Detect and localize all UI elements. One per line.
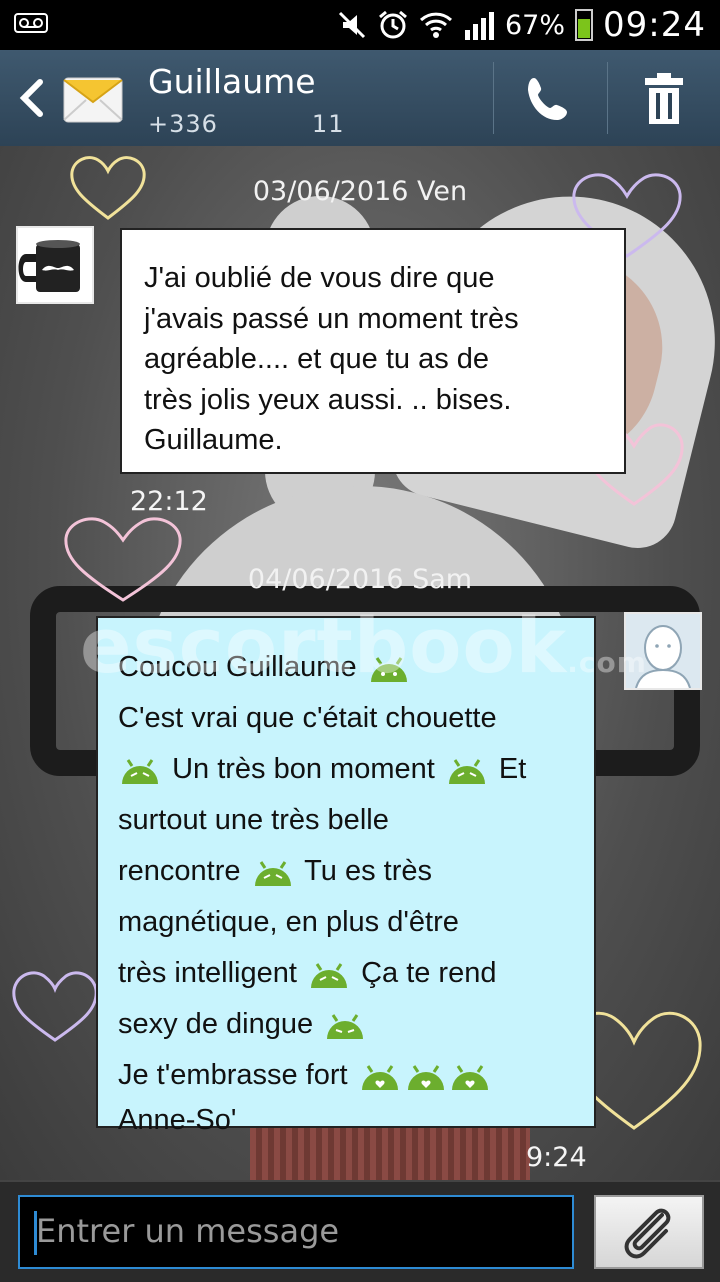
- contact-number-prefix: +336: [148, 110, 218, 138]
- voicemail-icon: [14, 13, 48, 33]
- message-text: Ça te rend: [361, 957, 497, 989]
- message-text-line: Je t'embrasse fort: [118, 1050, 574, 1101]
- message-text-line: très intelligent Ça te rend: [118, 948, 574, 999]
- watermark-text: escortbook: [80, 601, 568, 690]
- message-text: Et: [498, 753, 527, 785]
- message-text-line: rencontre Tu es très: [118, 846, 574, 897]
- signal-icon: [465, 12, 494, 40]
- wifi-icon: [419, 12, 453, 38]
- message-text-line: sexy de dingue: [118, 999, 574, 1050]
- android-emoji-icon: [122, 759, 158, 785]
- message-text: Je t'embrasse fort: [118, 1059, 348, 1091]
- message-text-line: surtout une très belle: [118, 804, 389, 836]
- conversation-area[interactable]: 03/06/2016 Ven J'ai oublié de vous dire …: [0, 146, 720, 1180]
- android-kiss-emoji-icon: [361, 1065, 398, 1091]
- message-text: Tu es très: [304, 855, 432, 887]
- message-text-line: J'ai oublié de vous dire que: [144, 262, 495, 294]
- back-icon[interactable]: [12, 76, 52, 120]
- delete-icon[interactable]: [635, 72, 693, 126]
- android-emoji-icon: [327, 1014, 364, 1040]
- android-emoji-icon: [254, 861, 291, 887]
- message-text-line: très jolis yeux aussi. .. bises.: [144, 383, 512, 416]
- message-bubble-received[interactable]: J'ai oublié de vous dire que j'avais pas…: [120, 228, 626, 474]
- message-time: 9:24: [526, 1142, 587, 1173]
- conversation-header: Guillaume +336 11: [0, 50, 720, 146]
- message-bubble-sent[interactable]: Coucou Guillaume C'est vrai que c'était …: [96, 616, 596, 1136]
- mustache-mug-icon: [18, 240, 80, 292]
- android-emoji-icon: [311, 963, 347, 989]
- message-text-line: C'est vrai que c'était chouette: [118, 702, 497, 734]
- heart-decoration-icon: [12, 971, 98, 1042]
- android-kiss-emoji-icon: [407, 1065, 444, 1091]
- message-time: 22:12: [130, 486, 208, 517]
- contact-number: +336 11: [148, 110, 344, 138]
- message-text-line: Un très bon moment Et: [118, 744, 574, 795]
- watermark: escortbook.com: [80, 601, 647, 690]
- message-text-line: magnétique, en plus d'être: [118, 906, 459, 938]
- message-text-line: Guillaume.: [144, 424, 283, 456]
- contact-avatar[interactable]: [16, 226, 94, 304]
- message-text: très intelligent: [118, 957, 297, 989]
- message-text: Un très bon moment: [172, 753, 435, 785]
- battery-percent: 67%: [505, 9, 566, 41]
- attach-button[interactable]: [594, 1195, 704, 1269]
- android-emoji-icon: [448, 759, 485, 785]
- status-bar: 67% 09:24: [0, 0, 720, 50]
- message-text-line: j'avais passé un moment très: [144, 302, 519, 335]
- clock: 09:24: [603, 5, 706, 45]
- watermark-suffix: .com: [567, 646, 647, 679]
- messages-app-icon[interactable]: [62, 68, 124, 130]
- message-text-line: Anne-So': [118, 1104, 237, 1136]
- date-separator: 04/06/2016 Sam: [0, 564, 720, 595]
- message-text: sexy de dingue: [118, 1008, 314, 1040]
- paperclip-icon: [624, 1208, 671, 1259]
- header-divider: [493, 62, 494, 134]
- message-input-placeholder: Entrer un message: [36, 1212, 340, 1250]
- phone-call-icon[interactable]: [522, 74, 578, 124]
- composer-bar: Entrer un message: [0, 1180, 720, 1282]
- battery-icon: [575, 9, 594, 41]
- android-kiss-emoji-icon: [451, 1065, 488, 1091]
- date-separator: 03/06/2016 Ven: [0, 176, 720, 207]
- message-text-line: agréable.... et que tu as de: [144, 343, 490, 375]
- message-text: rencontre: [118, 855, 241, 887]
- mute-icon: [338, 11, 366, 39]
- header-divider: [607, 62, 608, 134]
- contact-name: Guillaume: [148, 62, 316, 101]
- message-input[interactable]: Entrer un message: [18, 1195, 574, 1269]
- contact-number-suffix: 11: [311, 110, 345, 138]
- text-cursor: [34, 1211, 37, 1255]
- alarm-icon: [379, 10, 407, 39]
